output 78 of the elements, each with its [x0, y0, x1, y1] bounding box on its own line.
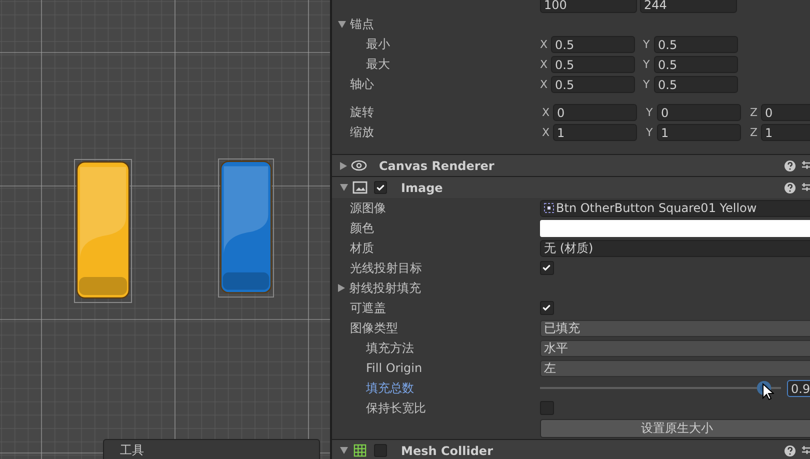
dropdown[interactable]: 左	[540, 360, 810, 376]
set-native-size-button[interactable]: 设置原生大小	[540, 418, 810, 438]
component-title: Image	[401, 180, 444, 194]
checkbox[interactable]	[374, 444, 387, 457]
component-header[interactable]: Canvas Renderer	[332, 154, 810, 176]
field-label: 颜色	[350, 220, 374, 236]
help-icon[interactable]	[784, 160, 796, 172]
object-field[interactable]: 无 (材质)	[540, 240, 810, 256]
component-title: Canvas Renderer	[379, 158, 496, 172]
number-field[interactable]: 0.9	[787, 380, 810, 396]
axis-label: X	[540, 38, 548, 50]
field-label: 材质	[350, 240, 374, 256]
number-field[interactable]: 0.5	[551, 36, 635, 52]
checkmark-icon	[541, 302, 552, 313]
axis-label: Z	[750, 126, 758, 138]
field-label: 锚点	[350, 16, 374, 32]
number-field[interactable]: 0.5	[551, 76, 635, 92]
grid-icon	[352, 444, 368, 457]
axis-label: Y	[643, 58, 651, 70]
checkbox[interactable]	[540, 301, 554, 315]
field-label: 图像类型	[350, 320, 398, 336]
settings-icon[interactable]	[802, 160, 810, 172]
checkbox[interactable]	[540, 401, 554, 415]
field-label: 填充总数	[366, 380, 414, 396]
axis-label: X	[542, 126, 550, 138]
object-field[interactable]: Btn OtherButton Square01 Yellow	[540, 200, 810, 216]
settings-icon[interactable]	[802, 444, 810, 456]
axis-label: Y	[643, 78, 651, 90]
axis-label: Y	[643, 38, 651, 50]
foldout-arrow-icon[interactable]	[338, 20, 346, 28]
color-field[interactable]	[540, 220, 810, 236]
number-field[interactable]: 1	[761, 124, 810, 140]
number-field[interactable]: 0.5	[654, 36, 738, 52]
settings-icon[interactable]	[802, 182, 810, 194]
number-field[interactable]: 0.5	[654, 56, 738, 72]
number-field[interactable]: 0	[657, 104, 741, 120]
field-label: 射线投射填充	[349, 280, 421, 296]
dropdown[interactable]: 水平	[540, 340, 810, 356]
axis-label: Z	[750, 106, 758, 118]
panel-title: 工具	[120, 442, 144, 459]
checkmark-icon	[541, 262, 552, 273]
component-header[interactable]: Mesh Collider	[332, 439, 810, 459]
help-icon[interactable]	[784, 444, 796, 456]
eye-icon	[351, 159, 367, 172]
component-header[interactable]: Image	[332, 176, 810, 198]
field-label: 填充方法	[366, 340, 414, 356]
axis-label: X	[540, 58, 548, 70]
mouse-cursor-icon	[762, 383, 774, 401]
checkbox[interactable]	[374, 181, 387, 194]
foldout-arrow-icon[interactable]	[340, 184, 348, 191]
field-label: 最小	[366, 36, 390, 52]
axis-label: Y	[646, 126, 654, 138]
number-field[interactable]: 1	[553, 124, 637, 140]
field-label: 旋转	[350, 104, 374, 120]
component-title: Mesh Collider	[401, 444, 494, 458]
foldout-arrow-icon[interactable]	[340, 447, 348, 454]
checkmark-icon	[375, 182, 386, 193]
axis-label: X	[542, 106, 550, 118]
foldout-arrow-icon[interactable]	[338, 284, 345, 292]
axis-label: X	[540, 78, 548, 90]
number-field[interactable]: 0	[553, 104, 637, 120]
help-icon[interactable]	[784, 182, 796, 194]
checkbox[interactable]	[540, 261, 554, 275]
field-label: 保持长宽比	[366, 400, 426, 416]
field-label: 轴心	[350, 76, 374, 92]
axis-label: Y	[646, 106, 654, 118]
field-label: 最大	[366, 56, 390, 72]
picture-icon	[352, 181, 368, 194]
number-field[interactable]: 1	[657, 124, 741, 140]
field-label: 缩放	[350, 124, 374, 140]
field-label: 光线投射目标	[350, 260, 422, 276]
number-field[interactable]: 0	[761, 104, 810, 120]
field-label: Fill Origin	[366, 361, 422, 375]
field-label: 可遮盖	[350, 300, 386, 316]
number-field[interactable]: 0.5	[654, 76, 738, 92]
number-field[interactable]: 0.5	[551, 56, 635, 72]
field-label: 源图像	[350, 200, 386, 216]
dropdown[interactable]: 已填充	[540, 320, 810, 336]
